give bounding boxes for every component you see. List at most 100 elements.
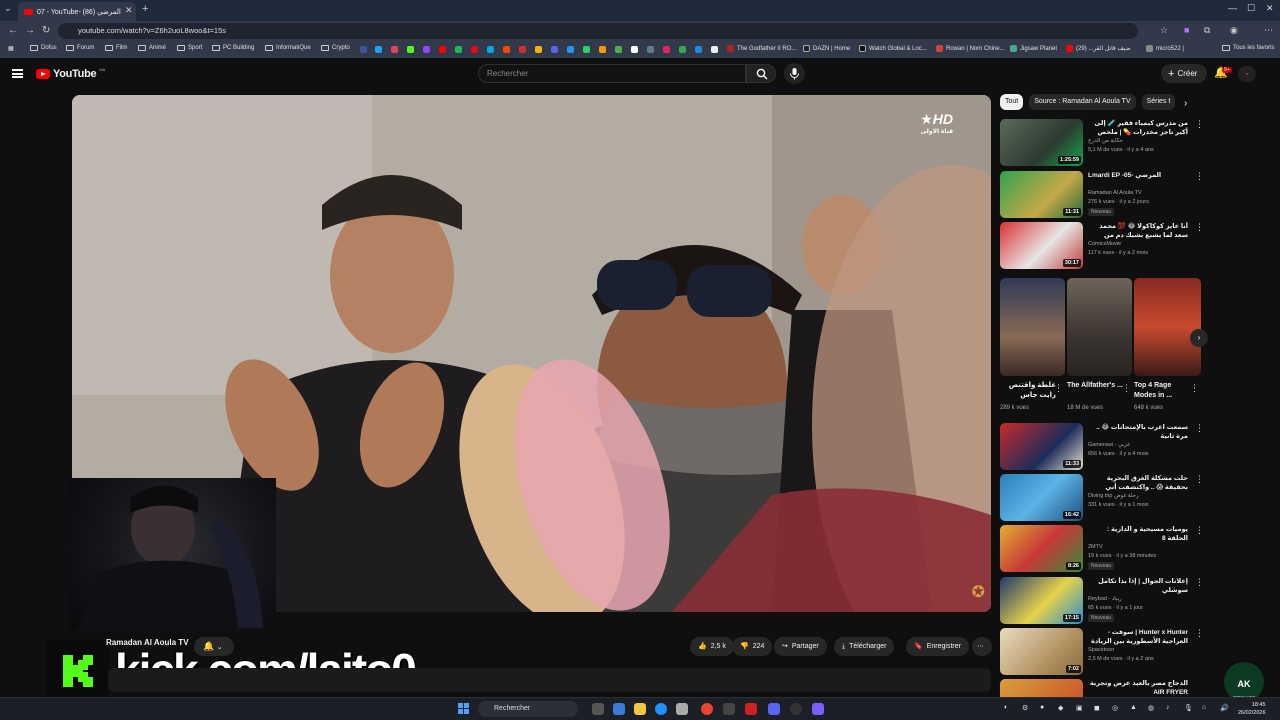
video-title[interactable]: الدجاج مصر بالعيد عرض وتجربة AIR FRYER — [1088, 679, 1188, 697]
search-input[interactable]: Rechercher — [478, 64, 746, 83]
store-icon[interactable] — [676, 703, 688, 715]
video-title[interactable]: حلت مشكلة الغرق البحرية بحقيقة 😱 .. واكت… — [1088, 474, 1188, 492]
bookmark-rowan[interactable]: Rowan | Nom Chine... — [936, 45, 1005, 52]
video-thumbnail[interactable]: 17:15 — [1000, 577, 1083, 624]
more-icon[interactable]: ⋮ — [1195, 628, 1204, 639]
microphone-icon[interactable]: 🎙 — [1184, 704, 1193, 712]
obs-icon[interactable] — [790, 703, 802, 715]
share-button[interactable]: ↪ Partager — [774, 637, 827, 656]
more-icon[interactable]: ⋮ — [1195, 525, 1204, 536]
reload-icon[interactable]: ↻ — [42, 25, 50, 36]
forward-icon[interactable]: → — [25, 25, 35, 36]
video-thumbnail[interactable]: 8:26 — [1000, 525, 1083, 572]
bookmark-site-icon[interactable] — [535, 46, 542, 53]
video-description-bar[interactable] — [108, 668, 991, 692]
tray-icon[interactable]: ▲ — [1130, 704, 1137, 711]
voice-search-button[interactable] — [784, 63, 805, 84]
close-window-icon[interactable]: ✕ — [1266, 3, 1274, 14]
menu-icon[interactable] — [12, 69, 23, 78]
more-icon[interactable]: ⋮ — [1122, 383, 1131, 394]
new-tab-icon[interactable]: + — [142, 3, 148, 15]
video-title[interactable]: سمعت اغرب بالإمتحانات 😂 .. مرة ثانية — [1088, 423, 1188, 441]
widgets-icon[interactable] — [613, 703, 625, 715]
chrome-icon[interactable] — [701, 703, 713, 715]
facebook-icon[interactable] — [360, 46, 367, 53]
more-icon[interactable]: ⋮ — [1190, 383, 1199, 394]
more-icon[interactable]: ⋮ — [1195, 222, 1204, 233]
bookmark-folder-forum[interactable]: Forum — [66, 45, 94, 51]
video-channel[interactable]: Reybad - ريباد — [1088, 596, 1122, 602]
bookmark-all-favorites[interactable]: Tous les favoris — [1222, 45, 1274, 51]
bookmark-folder-crypto[interactable]: Crypto — [321, 45, 350, 51]
subscription-bell-button[interactable]: 🔔 ⌄ — [194, 637, 234, 656]
tray-icon[interactable]: ● — [1040, 704, 1044, 711]
taskbar-search[interactable]: Rechercher — [478, 701, 578, 717]
reddit-icon[interactable] — [503, 46, 510, 53]
short-thumbnail[interactable] — [1000, 278, 1065, 376]
browser-tab[interactable]: 07 - YouTube- المرضي (86) — [18, 2, 136, 21]
spotify-icon[interactable] — [455, 46, 462, 53]
dislike-button[interactable]: 👎 224 — [732, 637, 773, 656]
channel-name[interactable]: Ramadan Al Aoula TV — [106, 638, 189, 647]
whatsapp-icon[interactable] — [583, 46, 590, 53]
windows-start-icon[interactable] — [458, 703, 470, 715]
avatar[interactable]: ● — [1238, 66, 1256, 82]
kick-icon[interactable] — [407, 46, 414, 53]
app-icon[interactable] — [723, 703, 735, 715]
bookmark-watch-global[interactable]: Watch Global & Loc... — [859, 45, 927, 52]
list-item[interactable]: 17:15 إعلانات الجوال | إذا بدأ تكامل سوش… — [1000, 577, 1210, 625]
bookmark-godfather[interactable]: The Godfather II RO... — [727, 45, 796, 52]
more-icon[interactable]: ⋮ — [1195, 119, 1204, 130]
youtube-logo[interactable]: YouTube MA — [36, 67, 105, 80]
address-bar[interactable]: youtube.com/watch?v=Z6h2uoL8woo&t=15s — [58, 23, 1138, 39]
more-icon[interactable]: ⋮ — [1054, 383, 1063, 394]
tab-list-icon[interactable]: ⌄ — [4, 3, 12, 14]
discord-icon[interactable] — [551, 46, 558, 53]
short-title[interactable]: Top 4 Rage Modes in ... — [1134, 381, 1190, 401]
chip-all[interactable]: Tout — [1000, 94, 1024, 110]
netflix-icon[interactable] — [471, 46, 478, 53]
more-icon[interactable]: ⋮ — [1195, 577, 1204, 588]
bookmark-dazn[interactable]: DAZN | Home — [803, 45, 850, 52]
video-title[interactable]: Hunter x Hunter | سوفت - العراجية الأسطو… — [1088, 628, 1188, 646]
taskbar-clock[interactable]: 18:45 26/02/2026 — [1238, 701, 1266, 717]
video-thumbnail[interactable]: 1:25:59 — [1000, 119, 1083, 166]
bookmark-folder-pc-building[interactable]: PC Building — [212, 45, 254, 51]
tray-icon[interactable]: ♪ — [1166, 704, 1170, 711]
video-thumbnail[interactable] — [1000, 679, 1083, 697]
list-item[interactable]: 7:02 Hunter x Hunter | سوفت - العراجية ا… — [1000, 628, 1210, 676]
bookmark-youtube-video[interactable]: ضيف قاتل القر... (29) — [1066, 45, 1131, 52]
chip-series[interactable]: Séries t — [1141, 94, 1176, 110]
search-button[interactable] — [746, 64, 776, 83]
like-button[interactable]: 👍 2,5 k — [690, 637, 734, 656]
twitch-icon[interactable] — [423, 46, 430, 53]
bookmark-site-icon[interactable] — [615, 46, 622, 53]
bookmark-site-icon[interactable] — [711, 46, 718, 53]
maximize-icon[interactable]: ☐ — [1247, 3, 1255, 14]
video-title[interactable]: أنا عايز كوكاكولا 😂 💯 محمد سعد لما يشبع … — [1088, 222, 1188, 240]
tray-icon[interactable]: ⚙ — [1022, 704, 1028, 712]
app-icon[interactable] — [745, 703, 757, 715]
bookmark-site-icon[interactable] — [647, 46, 654, 53]
video-channel[interactable]: ComicsMovie — [1088, 241, 1121, 247]
video-channel[interactable]: Spacetoon — [1088, 647, 1114, 653]
edge-icon[interactable] — [655, 703, 667, 715]
video-channel[interactable]: Diving trip رحلة غوص — [1088, 493, 1139, 499]
short-title[interactable]: The Allfather's ... — [1067, 381, 1123, 401]
google-icon[interactable] — [631, 46, 638, 53]
apps-icon[interactable]: ▦ — [8, 45, 14, 52]
list-item[interactable]: 16:42 حلت مشكلة الغرق البحرية بحقيقة 😱 .… — [1000, 474, 1210, 522]
video-title[interactable]: إعلانات الجوال | إذا بدأ تكامل سوشلي — [1088, 577, 1188, 595]
tray-icon[interactable]: ◍ — [1148, 704, 1154, 712]
video-channel[interactable]: 2MTV — [1088, 544, 1103, 550]
video-channel[interactable]: Gamerawi - عربي — [1088, 442, 1130, 448]
bookmark-micro522[interactable]: micro522 | — [1146, 45, 1184, 52]
list-item[interactable]: 30:17 أنا عايز كوكاكولا 😂 💯 محمد سعد لما… — [1000, 222, 1210, 270]
steam-icon[interactable]: ◎ — [1112, 704, 1118, 712]
more-icon[interactable]: ⋮ — [1195, 423, 1204, 434]
video-thumbnail[interactable]: 11:33 — [1000, 423, 1083, 470]
bookmark-site-icon[interactable] — [695, 46, 702, 53]
bookmark-site-icon[interactable] — [599, 46, 606, 53]
minimize-icon[interactable]: — — [1228, 3, 1237, 13]
video-thumbnail[interactable]: 7:02 — [1000, 628, 1083, 675]
